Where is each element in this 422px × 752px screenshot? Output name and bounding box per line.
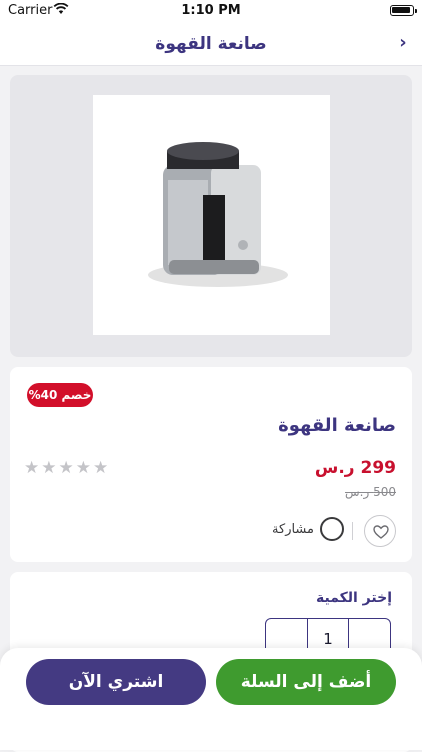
- status-bar: Carrier 1:10 PM: [0, 0, 422, 22]
- product-info-card: خصم 40% صانعة القهوة ★ ★ ★ ★ ★ 299 ر.س 5…: [10, 367, 412, 562]
- quantity-label: إختر الكمية: [316, 590, 392, 606]
- divider: [352, 522, 353, 540]
- heart-icon: [373, 525, 389, 539]
- star-icon: ★: [41, 458, 57, 478]
- star-icon: ★: [93, 458, 109, 478]
- star-icon: ★: [24, 458, 40, 478]
- coffee-grinder-image: [148, 142, 288, 287]
- discount-badge: خصم 40%: [27, 383, 93, 407]
- buy-now-button[interactable]: اشتري الآن: [26, 659, 206, 705]
- original-price: 500 ر.س: [345, 485, 396, 499]
- share-button[interactable]: مشاركة: [272, 517, 344, 541]
- navigation-bar: صانعة القهوة ›: [0, 22, 422, 66]
- product-name: صانعة القهوة: [278, 415, 396, 436]
- bottom-action-bar: اشتري الآن أضف إلى السلة: [0, 648, 422, 750]
- add-to-cart-button[interactable]: أضف إلى السلة: [216, 659, 396, 705]
- share-label: مشاركة: [272, 521, 314, 537]
- share-circle-icon: [320, 517, 344, 541]
- product-photo[interactable]: [93, 95, 330, 335]
- page-title: صانعة القهوة: [155, 34, 267, 54]
- product-image-area: [10, 75, 412, 357]
- back-chevron-icon[interactable]: ›: [396, 34, 410, 52]
- favorite-button[interactable]: [364, 515, 396, 547]
- clock: 1:10 PM: [181, 3, 241, 18]
- star-icon: ★: [58, 458, 74, 478]
- rating-stars[interactable]: ★ ★ ★ ★ ★: [24, 459, 108, 477]
- product-price: 299 ر.س: [314, 458, 396, 478]
- star-icon: ★: [75, 458, 91, 478]
- battery-icon: [390, 5, 417, 16]
